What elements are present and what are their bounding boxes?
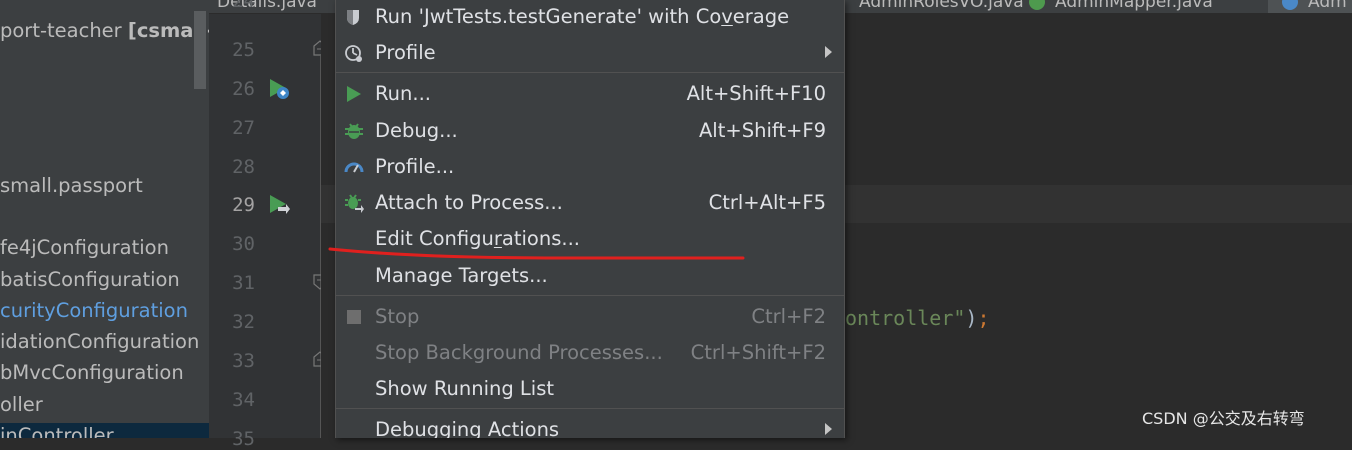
debug-icon (345, 123, 363, 139)
menu-separator (336, 72, 844, 73)
tab-admin-mapper[interactable]: AdminMapper.java (1055, 0, 1213, 13)
menu-item-run-with-coverage[interactable]: Run 'JwtTests.testGenerate' with Coverag… (336, 0, 844, 34)
menu-item-attach-to-process[interactable]: Attach to Process... Ctrl+Alt+F5 (336, 186, 844, 220)
menu-item-stop[interactable]: Stop Ctrl+F2 (336, 300, 844, 334)
menu-item-profile-submenu[interactable]: Profile (336, 36, 844, 70)
project-root-node[interactable]: port-teacher [csmall-p (0, 18, 209, 44)
menu-item-debug[interactable]: Debug... Alt+Shift+F9 (336, 114, 844, 148)
menu-item-label: Edit Configurations... (375, 227, 580, 250)
tree-item-mybatis-config[interactable]: batisConfiguration (0, 267, 180, 293)
menu-item-label: Debugging Actions (375, 418, 560, 438)
tree-item-admin-controller[interactable]: inController (0, 423, 209, 438)
java-class-icon (1029, 0, 1045, 10)
submenu-arrow-icon (825, 46, 832, 58)
menu-item-profile-dialog[interactable]: Profile... (336, 150, 844, 184)
project-scrollbar-thumb[interactable] (194, 11, 206, 89)
code-line-fragment: ontroller"); (845, 306, 990, 330)
menu-item-shortcut: Ctrl+Shift+F2 (690, 341, 826, 364)
menu-item-run[interactable]: Run... Alt+Shift+F10 (336, 77, 844, 111)
menu-item-label: Manage Targets... (375, 264, 548, 287)
project-tool-window: port-teacher [csmall-p small.passport fe… (0, 0, 209, 438)
tree-item-controller-package[interactable]: oller (0, 392, 43, 418)
menu-item-label: Run 'JwtTests.testGenerate' with Coverag… (375, 5, 790, 28)
tree-item-webmvc-config[interactable]: bMvcConfiguration (0, 360, 184, 386)
menu-item-label: Attach to Process... (375, 191, 563, 214)
tab-active-label: Adm (1308, 0, 1347, 12)
menu-item-shortcut: Ctrl+F2 (751, 305, 826, 328)
profile-icon (345, 45, 362, 62)
menu-item-label: Profile... (375, 155, 455, 178)
line-number: 33 (232, 350, 255, 372)
line-number: 30 (232, 233, 255, 255)
tab-active[interactable]: Adm (1268, 0, 1352, 13)
code-paren: ) (965, 306, 978, 330)
menu-item-edit-configurations[interactable]: Edit Configurations... (336, 222, 844, 256)
menu-item-label: Debug... (375, 119, 458, 142)
menu-item-stop-background-processes[interactable]: Stop Background Processes... Ctrl+Shift+… (336, 336, 844, 370)
menu-item-shortcut: Alt+Shift+F9 (698, 119, 826, 142)
submenu-arrow-icon (825, 423, 832, 435)
project-root-name: port-teacher (0, 19, 128, 42)
tree-item-security-config[interactable]: curityConfiguration (0, 298, 188, 324)
code-semicolon: ; (977, 306, 990, 330)
line-number: 24 (232, 0, 255, 12)
run-context-menu: Run 'JwtTests.testGenerate' with Coverag… (335, 0, 845, 438)
tree-item-knife4j-config[interactable]: fe4jConfiguration (0, 235, 169, 261)
run-icon (347, 86, 361, 102)
run-test-class-icon[interactable] (266, 76, 292, 102)
line-number: 26 (232, 78, 255, 100)
attach-debugger-icon (345, 194, 364, 213)
coverage-icon (347, 10, 359, 25)
line-number: 35 (232, 428, 255, 450)
menu-item-label: Stop Background Processes... (375, 341, 663, 364)
tab-admin-roles-vo[interactable]: AdminRolesVO.java (859, 0, 1024, 13)
menu-separator (336, 295, 844, 296)
menu-item-label: Stop (375, 305, 420, 328)
line-number-current: 29 (232, 194, 255, 216)
tree-item-validation-config[interactable]: idationConfiguration (0, 329, 199, 355)
menu-item-label: Show Running List (375, 377, 555, 400)
line-number: 31 (232, 272, 255, 294)
java-class-icon (1282, 0, 1298, 10)
menu-item-label: Run... (375, 82, 431, 105)
menu-item-shortcut: Alt+Shift+F10 (686, 82, 826, 105)
line-number: 25 (232, 39, 255, 61)
run-test-method-icon[interactable] (266, 192, 292, 218)
csdn-watermark: CSDN @公交及右转弯 (1142, 409, 1305, 428)
profiler-gauge-icon (344, 162, 364, 173)
menu-item-manage-targets[interactable]: Manage Targets... (336, 259, 844, 293)
line-number: 32 (232, 311, 255, 333)
stop-icon (347, 310, 361, 324)
line-number: 34 (232, 389, 255, 411)
menu-item-shortcut: Ctrl+Alt+F5 (708, 191, 826, 214)
line-number: 27 (232, 117, 255, 139)
menu-item-label: Profile (375, 41, 436, 64)
menu-separator (336, 408, 844, 409)
tree-item-package[interactable]: small.passport (0, 173, 143, 199)
menu-item-debugging-actions[interactable]: Debugging Actions (336, 413, 844, 438)
menu-item-show-running-list[interactable]: Show Running List (336, 372, 844, 406)
line-number: 28 (232, 156, 255, 178)
code-string: ontroller" (845, 306, 966, 330)
